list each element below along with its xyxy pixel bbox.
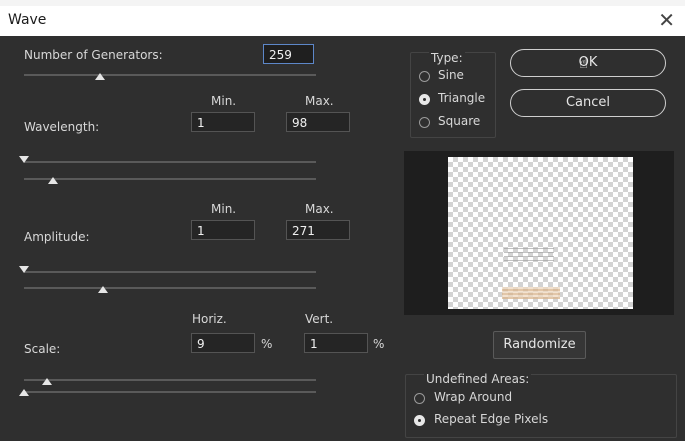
cancel-button[interactable]: Cancel — [510, 89, 666, 117]
title-bar: Wave ✕ — [0, 6, 685, 36]
wavelength-min-input[interactable]: 1 — [191, 112, 255, 132]
type-legend: Type: — [429, 51, 465, 65]
wavelength-min-header: Min. — [211, 94, 237, 108]
radio-square[interactable] — [419, 117, 430, 128]
scale-horiz-input[interactable]: 9 — [191, 333, 255, 353]
scale-vert-slider-thumb[interactable] — [19, 389, 29, 396]
generators-slider-thumb[interactable] — [94, 73, 105, 80]
randomize-button-label: Randomize — [503, 337, 576, 352]
scale-horiz-slider-thumb[interactable] — [42, 378, 53, 385]
scale-horiz-unit: % — [261, 337, 273, 351]
radio-triangle-label[interactable]: Triangle — [438, 91, 485, 105]
radio-triangle[interactable] — [419, 94, 430, 105]
scale-vert-slider-track[interactable] — [24, 391, 316, 393]
scale-vert-unit: % — [373, 337, 385, 351]
radio-sine-label[interactable]: Sine — [438, 68, 464, 82]
preview-edge-texture — [502, 287, 560, 299]
amplitude-min-slider-track[interactable] — [24, 271, 316, 273]
scale-vert-input[interactable]: 1 — [304, 333, 368, 353]
undefined-areas-group: Undefined Areas: — [405, 372, 677, 438]
amplitude-max-header: Max. — [305, 202, 334, 216]
amplitude-max-slider-thumb[interactable] — [97, 286, 108, 293]
radio-wrap-around[interactable] — [414, 393, 425, 404]
wavelength-max-slider-thumb[interactable] — [48, 177, 59, 184]
wavelength-min-slider-track[interactable] — [24, 161, 316, 163]
scale-label: Scale: — [24, 342, 61, 356]
radio-sine[interactable] — [419, 71, 430, 82]
scale-vert-header: Vert. — [305, 312, 334, 326]
preview-wave-texture — [504, 247, 554, 261]
window-title: Wave — [8, 12, 47, 28]
randomize-button[interactable]: Randomize — [493, 331, 586, 359]
wavelength-label: Wavelength: — [24, 120, 100, 134]
wavelength-max-input[interactable]: 98 — [286, 112, 350, 132]
radio-wrap-around-label[interactable]: Wrap Around — [434, 390, 512, 404]
undefined-areas-legend: Undefined Areas: — [424, 372, 532, 386]
amplitude-label: Amplitude: — [24, 230, 90, 244]
amplitude-max-input[interactable]: 271 — [286, 220, 350, 240]
preview-frame — [404, 151, 674, 315]
scale-horiz-header: Horiz. — [192, 312, 227, 326]
amplitude-min-header: Min. — [211, 202, 237, 216]
generators-label: Number of Generators: — [24, 48, 163, 62]
wavelength-max-slider-track[interactable] — [24, 178, 316, 180]
cancel-button-label: Cancel — [565, 95, 611, 110]
radio-repeat-edge-pixels[interactable] — [414, 415, 425, 426]
radio-square-label[interactable]: Square — [438, 114, 480, 128]
wavelength-min-slider-thumb[interactable] — [19, 156, 29, 163]
amplitude-min-slider-thumb[interactable] — [19, 266, 29, 273]
scale-horiz-slider-track[interactable] — [24, 379, 316, 381]
amplitude-min-input[interactable]: 1 — [191, 220, 255, 240]
dialog-body: Number of Generators: 259 Min. Max. Wave… — [0, 36, 685, 441]
radio-repeat-edge-pixels-label[interactable]: Repeat Edge Pixels — [434, 412, 548, 426]
generators-slider-track[interactable] — [24, 74, 316, 76]
preview-image[interactable] — [448, 157, 633, 309]
amplitude-max-slider-track[interactable] — [24, 287, 316, 289]
hand-cursor-icon: ☝ — [579, 54, 589, 72]
generators-input[interactable]: 259 — [263, 44, 314, 64]
wavelength-max-header: Max. — [305, 94, 334, 108]
close-icon[interactable]: ✕ — [658, 7, 675, 33]
